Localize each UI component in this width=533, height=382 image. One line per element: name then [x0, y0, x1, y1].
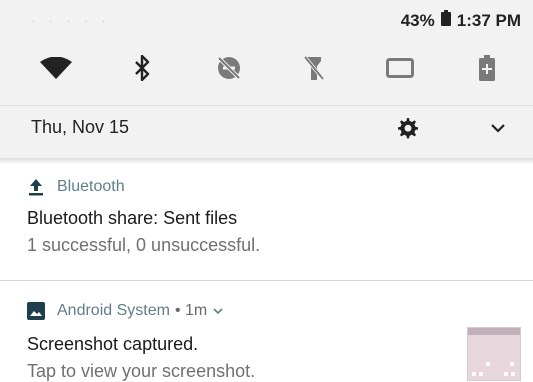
gear-icon	[398, 118, 418, 139]
thumbnail-statusbar	[468, 328, 520, 335]
app-name: Android System	[57, 302, 170, 319]
date-row: Thu, Nov 15	[0, 105, 533, 150]
notification-header: Bluetooth	[27, 178, 125, 196]
battery-icon	[440, 10, 451, 31]
do-not-disturb-off-icon	[217, 56, 241, 80]
app-name: Bluetooth	[57, 178, 125, 195]
bluetooth-tile[interactable]	[120, 48, 164, 88]
thumbnail-dot	[504, 372, 508, 376]
carrier-text: . . . . .	[32, 14, 112, 25]
notification-title: Bluetooth share: Sent files	[27, 208, 238, 228]
quick-settings-tiles	[0, 48, 533, 88]
bluetooth-icon	[135, 55, 150, 81]
thumbnail-dot	[486, 362, 490, 366]
expand-button[interactable]	[486, 118, 510, 138]
notification-bluetooth[interactable]: Bluetooth Bluetooth share: Sent files 1 …	[0, 166, 533, 280]
status-right-group: 43% 1:37 PM	[401, 10, 521, 31]
upload-icon	[27, 178, 45, 196]
thumbnail-dot	[511, 372, 515, 376]
battery-saver-tile[interactable]	[465, 48, 509, 88]
notification-time: • 1m	[174, 302, 208, 319]
battery-saver-icon	[479, 55, 495, 81]
notification-title: Screenshot captured.	[27, 334, 199, 354]
status-bar: . . . . . 43% 1:37 PM	[0, 0, 533, 40]
settings-button[interactable]	[396, 116, 420, 140]
battery-percent: 43%	[400, 10, 435, 30]
flashlight-tile[interactable]	[292, 48, 336, 88]
clock: 1:37 PM	[456, 10, 521, 30]
thumbnail-dot	[479, 372, 483, 376]
dnd-tile[interactable]	[207, 48, 251, 88]
image-icon	[27, 302, 45, 320]
screen-cast-icon	[386, 58, 414, 78]
notification-screenshot[interactable]: Android System • 1m Screenshot captured.…	[0, 282, 533, 381]
notification-divider	[0, 280, 533, 281]
expand-chevron-icon[interactable]	[213, 307, 223, 315]
cast-tile[interactable]	[378, 48, 422, 88]
thumbnail-dot	[472, 372, 476, 376]
notification-text: Tap to view your screenshot.	[27, 361, 256, 381]
wifi-tile[interactable]	[34, 48, 78, 88]
thumbnail-dot	[510, 362, 514, 366]
flashlight-off-icon	[303, 55, 325, 81]
wifi-icon	[40, 57, 72, 79]
screenshot-thumbnail[interactable]	[467, 327, 521, 381]
date-label[interactable]: Thu, Nov 15	[31, 117, 129, 138]
chevron-down-icon	[491, 124, 505, 133]
shade-shadow	[0, 158, 533, 164]
quick-settings-panel: . . . . . 43% 1:37 PM Thu, Nov 15	[0, 0, 533, 158]
notification-text: 1 successful, 0 unsuccessful.	[27, 235, 261, 255]
notification-header: Android System • 1m	[27, 302, 223, 320]
